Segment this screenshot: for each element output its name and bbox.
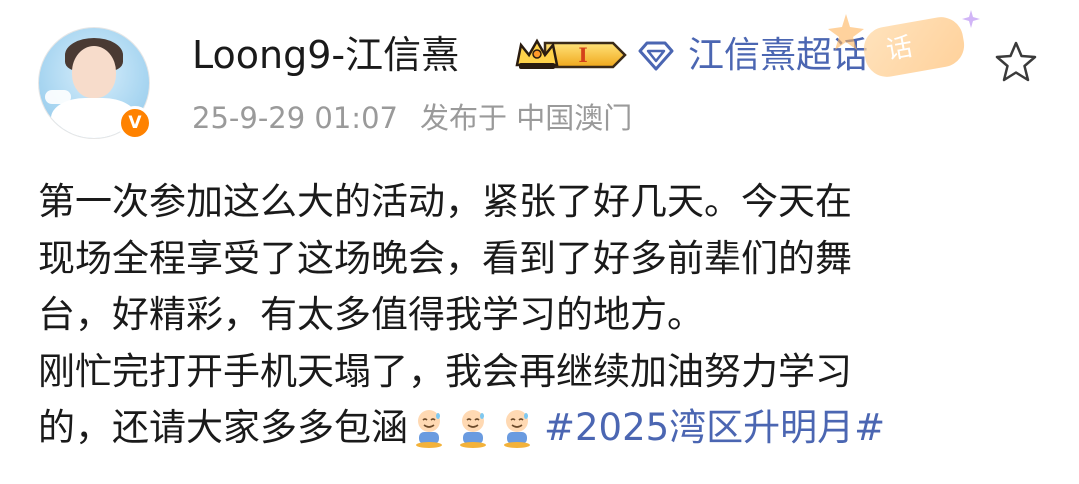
hashtag-link[interactable]: #2025湾区升明月# xyxy=(544,406,885,449)
post-line: 现场全程享受了这场晚会，看到了好多前辈们的舞 xyxy=(38,236,852,280)
crown-level-badge-icon[interactable]: I xyxy=(515,37,627,73)
author-name[interactable]: Loong9-江信熹 xyxy=(192,30,459,80)
post-body: 第一次参加这么大的活动，紧张了好几天。今天在 现场全程享受了这场晚会，看到了好多… xyxy=(38,174,1048,457)
post-last-line: 的，还请大家多多包涵 #2025湾区升明月# xyxy=(38,400,1048,457)
decorative-sticker: 话 xyxy=(826,4,982,86)
verified-badge-icon: V xyxy=(118,106,152,140)
diamond-icon xyxy=(638,41,674,71)
post-line-text: 的，还请大家多多包涵 xyxy=(38,406,408,449)
sweat-smile-baby-emoji-icon xyxy=(460,410,486,448)
post-line: 刚忙完打开手机天塌了，我会再继续加油努力学习 xyxy=(38,349,852,393)
sparkle-star-icon xyxy=(828,14,864,50)
avatar-face xyxy=(72,46,116,98)
post-timestamp: 25-9-29 01:07 xyxy=(192,101,398,135)
level-badge-label: I xyxy=(578,43,587,67)
avatar-tag xyxy=(45,90,71,104)
post-location: 发布于 中国澳门 xyxy=(419,101,633,135)
sticker-bubble xyxy=(860,13,968,81)
sweat-smile-baby-emoji-icon xyxy=(504,410,530,448)
post-line: 第一次参加这么大的活动，紧张了好几天。今天在 xyxy=(38,180,852,223)
post-line: 台，好精彩，有太多值得我学习的地方。 xyxy=(38,293,704,336)
post-meta: 25-9-29 01:07 发布于 中国澳门 xyxy=(192,98,632,138)
star-outline-icon[interactable] xyxy=(994,40,1038,84)
sparkle-icon xyxy=(962,10,980,28)
sweat-smile-baby-emoji-icon xyxy=(416,410,442,448)
